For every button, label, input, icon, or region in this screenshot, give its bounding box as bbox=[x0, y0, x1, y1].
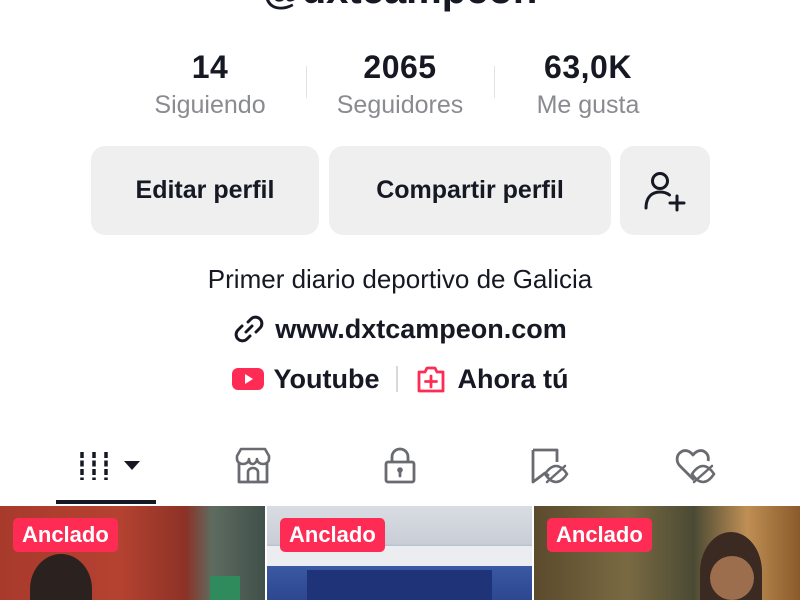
private-lock-icon bbox=[384, 447, 416, 484]
pinned-badge: Anclado bbox=[13, 518, 118, 552]
profile-tabs bbox=[0, 436, 800, 504]
share-profile-label: Compartir perfil bbox=[376, 176, 564, 204]
tab-videos[interactable] bbox=[66, 436, 146, 496]
profile-bio: Primer diario deportivo de Galicia bbox=[207, 264, 593, 294]
stat-followers[interactable]: 2065 Seguidores bbox=[320, 48, 480, 124]
ahora-tu-label: Ahora tú bbox=[457, 364, 569, 394]
tab-shop[interactable] bbox=[213, 436, 293, 496]
pinned-badge: Anclado bbox=[547, 518, 652, 552]
stat-following[interactable]: 14 Siguiendo bbox=[130, 48, 290, 124]
stat-likes[interactable]: 63,0K Me gusta bbox=[508, 48, 668, 124]
social-divider bbox=[396, 366, 399, 392]
video-thumbnail[interactable]: Anclado bbox=[534, 506, 800, 600]
website-link[interactable]: www.dxtcampeon.com bbox=[0, 312, 800, 346]
pinned-badge: Anclado bbox=[280, 518, 385, 552]
followers-label: Seguidores bbox=[336, 91, 464, 119]
video-grid: Anclado Anclado Anclado bbox=[0, 506, 800, 600]
youtube-label: Youtube bbox=[273, 364, 380, 394]
followers-count: 2065 bbox=[363, 49, 437, 85]
edit-profile-label: Editar perfil bbox=[135, 176, 275, 204]
thumbnail-face bbox=[710, 556, 754, 600]
tab-liked[interactable] bbox=[655, 436, 735, 496]
thumbnail-detail bbox=[307, 570, 492, 600]
profile-handle: @dxtcampeon bbox=[0, 0, 800, 10]
liked-hidden-icon bbox=[675, 449, 716, 484]
video-thumbnail[interactable]: Anclado bbox=[267, 506, 532, 600]
website-url: www.dxtcampeon.com bbox=[275, 314, 567, 344]
youtube-icon bbox=[231, 368, 264, 390]
stat-divider bbox=[494, 66, 495, 98]
tab-favorites[interactable] bbox=[508, 436, 588, 496]
likes-count: 63,0K bbox=[544, 49, 632, 85]
videos-grid-icon bbox=[80, 452, 140, 480]
stat-divider bbox=[306, 66, 307, 98]
ahora-tu-link[interactable]: Ahora tú bbox=[415, 362, 568, 396]
video-thumbnail[interactable]: Anclado bbox=[0, 506, 265, 600]
thumbnail-detail bbox=[210, 576, 240, 600]
chevron-down-icon bbox=[124, 461, 140, 470]
add-friend-button[interactable] bbox=[620, 146, 710, 235]
person-plus-icon bbox=[644, 171, 686, 211]
active-tab-indicator bbox=[56, 500, 156, 504]
likes-label: Me gusta bbox=[536, 91, 640, 119]
link-icon bbox=[234, 315, 264, 343]
share-profile-button[interactable]: Compartir perfil bbox=[329, 146, 611, 235]
favorites-hidden-icon bbox=[531, 448, 569, 484]
youtube-link[interactable]: Youtube bbox=[231, 362, 380, 396]
edit-profile-button[interactable]: Editar perfil bbox=[91, 146, 319, 235]
add-square-icon bbox=[418, 366, 445, 393]
shop-icon bbox=[235, 447, 271, 484]
thumbnail-figure bbox=[30, 554, 92, 600]
social-links: Youtube Ahora tú bbox=[0, 362, 800, 396]
tab-private[interactable] bbox=[360, 436, 440, 496]
following-label: Siguiendo bbox=[154, 91, 266, 119]
following-count: 14 bbox=[191, 49, 229, 85]
profile-stats: 14 Siguiendo 2065 Seguidores 63,0K Me gu… bbox=[0, 48, 800, 128]
